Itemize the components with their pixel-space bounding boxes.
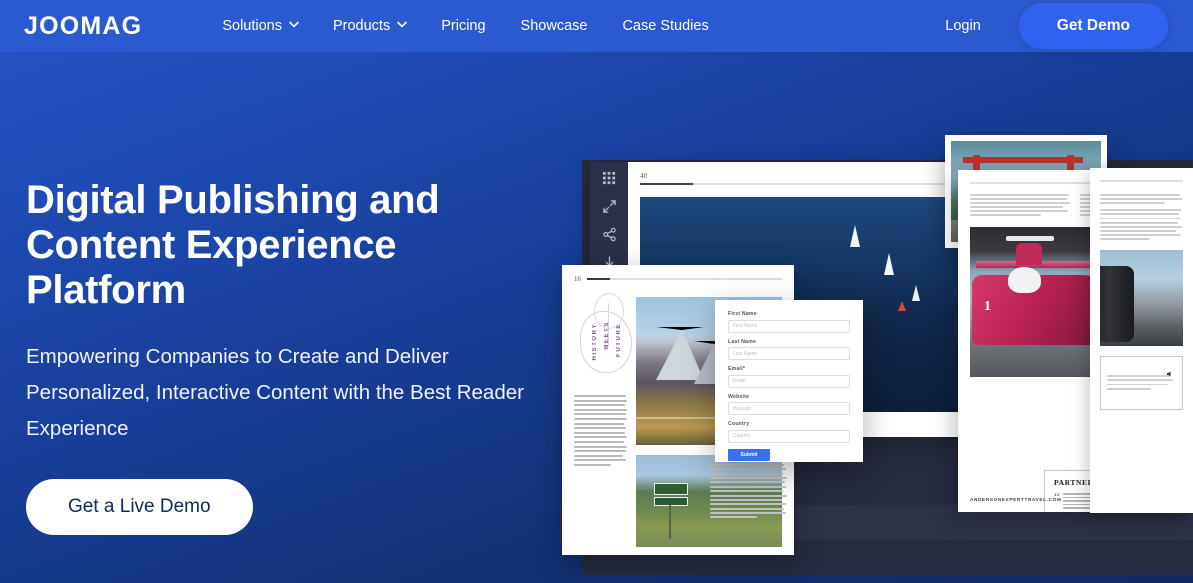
nav-item-products[interactable]: Products xyxy=(332,18,408,34)
first-name-label: First Name xyxy=(728,311,757,317)
magazine-body-text xyxy=(574,395,628,466)
get-demo-button[interactable]: Get Demo xyxy=(1018,3,1168,49)
emblem-word-future: FUTURE xyxy=(616,323,622,357)
nav-item-solutions[interactable]: Solutions xyxy=(222,18,299,34)
sailboat xyxy=(850,225,860,247)
last-name-input[interactable]: Last Name xyxy=(728,347,850,360)
country-label: Country xyxy=(728,421,750,427)
nav-right-group: Login Get Demo xyxy=(945,3,1168,49)
sliver-photo xyxy=(1100,250,1183,347)
chevron-down-icon xyxy=(289,21,299,30)
first-name-input[interactable]: First Name xyxy=(728,319,850,333)
share-icon[interactable] xyxy=(602,227,617,242)
magazine-progress-bar[interactable] xyxy=(587,278,782,280)
fullscreen-icon[interactable] xyxy=(602,199,617,214)
driver-helmet xyxy=(1008,266,1041,293)
sailboat xyxy=(912,285,920,301)
magazine-left-column: HISTORY MEETS FUTURE xyxy=(574,293,632,547)
magazine-header: 16 xyxy=(574,275,782,283)
nav-item-showcase[interactable]: Showcase xyxy=(521,18,588,34)
overflow-text-column xyxy=(710,455,788,521)
get-a-live-demo-button[interactable]: Get a Live Demo xyxy=(26,479,253,535)
nav-links: Solutions Products Pricing Showcase Case… xyxy=(222,18,743,34)
car-airbox xyxy=(1016,242,1042,265)
road-sign-upper xyxy=(654,483,688,495)
road-sign-lower xyxy=(654,497,688,506)
hero-title-line-3: Platform xyxy=(26,268,186,312)
nav-item-solutions-label: Solutions xyxy=(222,18,282,34)
emblem-word-meets: MEETS xyxy=(604,321,610,350)
thumbnails-grid-icon[interactable] xyxy=(602,171,617,186)
email-label: Email* xyxy=(728,366,746,372)
car-number: 1 xyxy=(984,298,991,314)
top-navigation-bar: JOOMAG Solutions Products Pricing Showca… xyxy=(0,0,1193,52)
hero-subtitle: Empowering Companies to Create and Deliv… xyxy=(26,345,524,440)
chevron-down-icon xyxy=(397,21,408,30)
torii-top-beam xyxy=(963,157,1083,163)
last-name-label: Last Name xyxy=(728,338,757,345)
sliver-rule xyxy=(1100,180,1183,182)
country-input[interactable]: Country xyxy=(728,429,850,443)
sailboat xyxy=(884,253,894,275)
sliver-callout xyxy=(1100,356,1183,411)
website-label: Website xyxy=(728,393,750,400)
nav-item-pricing[interactable]: Pricing xyxy=(441,18,485,34)
lead-capture-form: First Name First Name Last Name Last Nam… xyxy=(715,300,863,462)
reader-page-number: 40 xyxy=(640,172,647,180)
product-showcase-collage: 40 1 PARTNER'S POV “ ANDERSONEXPERTTRAVE… xyxy=(560,110,1193,583)
footer-site: ANDERSONEXPERTTRAVEL.COM xyxy=(970,497,1062,502)
emblem-word-history: HISTORY xyxy=(592,323,598,361)
login-link[interactable]: Login xyxy=(945,18,980,34)
speaker-icon[interactable] xyxy=(1166,365,1174,377)
car-tire xyxy=(1100,266,1134,343)
joomag-logo[interactable]: JOOMAG xyxy=(24,12,142,41)
hero-text-block: Digital Publishing and Content Experienc… xyxy=(26,178,556,535)
magazine-page-number: 16 xyxy=(574,275,581,283)
website-input[interactable]: Website xyxy=(728,402,850,415)
email-input[interactable]: Email xyxy=(728,374,850,388)
history-meets-future-emblem: HISTORY MEETS FUTURE xyxy=(574,293,632,389)
magazine-far-right-page xyxy=(1090,168,1193,513)
sailboat xyxy=(898,301,906,311)
nav-item-case-studies[interactable]: Case Studies xyxy=(622,18,708,34)
hero-title-line-2: Content Experience xyxy=(26,223,397,267)
sign-post xyxy=(669,505,671,539)
nav-item-products-label: Products xyxy=(332,18,391,34)
text-column xyxy=(970,194,1072,219)
car-fin-top xyxy=(1006,235,1054,241)
hero-title-line-1: Digital Publishing and xyxy=(26,178,440,222)
sliver-text-column xyxy=(1100,194,1183,241)
reader-progress-bar[interactable] xyxy=(640,183,970,185)
page-title: Digital Publishing and Content Experienc… xyxy=(26,178,556,313)
submit-button[interactable]: Submit xyxy=(728,448,770,461)
